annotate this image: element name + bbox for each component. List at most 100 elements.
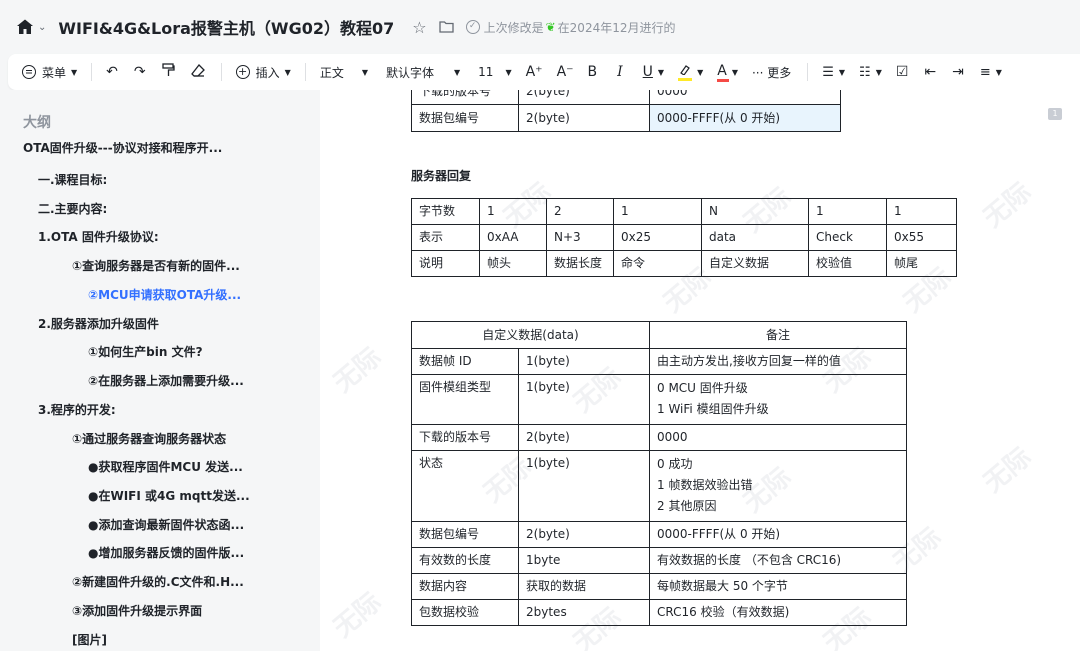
- outline-item[interactable]: ③添加固件升级提示界面: [72, 602, 202, 619]
- table-cell[interactable]: 有效数据的长度 （不包含 CRC16): [649, 547, 907, 574]
- ordered-list-button[interactable]: ☷ ▼: [859, 59, 882, 85]
- table-cell[interactable]: 由主动方发出,接收方回复一样的值: [649, 348, 907, 375]
- indent-icon[interactable]: ⇥: [952, 64, 964, 80]
- table-cell[interactable]: 1: [886, 198, 957, 225]
- outline-item[interactable]: ●获取程序固件MCU 发送...: [88, 458, 243, 475]
- table-cell[interactable]: CRC16 校验（有效数据): [649, 599, 907, 626]
- table-cell[interactable]: 下载的版本号: [411, 424, 519, 451]
- table-cell[interactable]: 1byte: [518, 547, 650, 574]
- table-cell[interactable]: 校验值: [808, 250, 887, 277]
- format-painter-icon[interactable]: [161, 63, 175, 81]
- table-cell[interactable]: 2(byte): [518, 90, 650, 105]
- table-cell[interactable]: 2(byte): [518, 521, 650, 548]
- table-cell[interactable]: 0000: [649, 90, 841, 105]
- table-cell[interactable]: 数据包编号: [411, 104, 519, 132]
- table-cell[interactable]: 2bytes: [518, 599, 650, 626]
- outline-item[interactable]: ①如何生产bin 文件?: [88, 343, 203, 360]
- table-cell[interactable]: 1(byte): [518, 450, 650, 522]
- outline-item[interactable]: 3.程序的开发:: [38, 401, 116, 418]
- table-cell[interactable]: 1(byte): [518, 374, 650, 425]
- bullet-list-button[interactable]: ☰ ▼: [822, 59, 845, 85]
- folder-icon[interactable]: [438, 18, 454, 37]
- table-cell[interactable]: 命令: [613, 250, 702, 277]
- outline-item[interactable]: 2.服务器添加升级固件: [38, 315, 159, 332]
- table-cell[interactable]: 帧头: [479, 250, 547, 277]
- table-cell[interactable]: 数据帧 ID: [411, 348, 519, 375]
- table-cell[interactable]: 1: [808, 198, 887, 225]
- table-header-cell[interactable]: 自定义数据(data): [411, 321, 650, 349]
- table-cell[interactable]: 固件模组类型: [411, 374, 519, 425]
- table-cell[interactable]: 每帧数据最大 50 个字节: [649, 573, 907, 600]
- table-cell[interactable]: 状态: [411, 450, 519, 522]
- outline-item[interactable]: ②新建固件升级的.C文件和.H...: [72, 573, 244, 590]
- table-cell[interactable]: 1(byte): [518, 348, 650, 375]
- font-color-button[interactable]: A ▼: [717, 59, 738, 85]
- table-cell[interactable]: 包数据校验: [411, 599, 519, 626]
- table-cell[interactable]: 0xAA: [479, 224, 547, 251]
- table-cell[interactable]: 字节数: [411, 198, 480, 225]
- undo-icon[interactable]: ↶: [106, 64, 118, 80]
- table-cell[interactable]: 自定义数据: [701, 250, 809, 277]
- table-cell[interactable]: 0x25: [613, 224, 702, 251]
- bold-icon[interactable]: B: [588, 64, 598, 80]
- table-cell[interactable]: 2(byte): [518, 104, 650, 132]
- table-cell-selected[interactable]: 0000-FFFF(从 0 开始): [649, 104, 841, 132]
- table-cell[interactable]: 说明: [411, 250, 480, 277]
- outdent-icon[interactable]: ⇤: [924, 64, 936, 80]
- table-cell[interactable]: 1: [479, 198, 547, 225]
- paragraph-style-select[interactable]: 正文 ▼: [320, 59, 368, 85]
- highlight-button[interactable]: ▼: [678, 59, 703, 85]
- outline-item[interactable]: 二.主要内容:: [38, 200, 107, 217]
- outline-item[interactable]: ●在WIFI 或4G mqtt发送...: [88, 487, 250, 504]
- outline-item[interactable]: OTA固件升级---协议对接和程序开...: [23, 142, 253, 156]
- table-cell[interactable]: 下载的版本号: [411, 90, 519, 105]
- table-cell[interactable]: 有效数的长度: [411, 547, 519, 574]
- table-cell[interactable]: 1: [613, 198, 702, 225]
- align-button[interactable]: ≡ ▼: [980, 59, 1002, 85]
- table-cell[interactable]: 0x55: [886, 224, 957, 251]
- home-icon[interactable]: [16, 18, 34, 36]
- outline-item[interactable]: ●增加服务器反馈的固件版...: [88, 544, 244, 561]
- document-canvas[interactable]: 1 无际 无际 无际 无际 无际 无际 无际 无际 无际 无际 无际 无际 无际…: [320, 90, 1080, 651]
- outline-item[interactable]: 一.课程目标:: [38, 171, 107, 188]
- table-cell[interactable]: 0 成功 1 帧数据效验出错 2 其他原因: [649, 450, 907, 522]
- table-cell[interactable]: 2(byte): [518, 424, 650, 451]
- font-size-select[interactable]: 11 ▼: [478, 59, 511, 85]
- checkbox-list-icon[interactable]: ☑: [896, 64, 909, 80]
- outline-item[interactable]: ●添加查询最新固件状态函...: [88, 516, 244, 533]
- table-header-cell[interactable]: 备注: [649, 321, 907, 349]
- table-cell[interactable]: 2: [546, 198, 614, 225]
- eraser-icon[interactable]: [190, 63, 205, 81]
- table-cell[interactable]: 0 MCU 固件升级 1 WiFi 模组固件升级: [649, 374, 907, 425]
- outline-item[interactable]: 1.OTA 固件升级协议:: [38, 228, 159, 245]
- menu-button[interactable]: 菜单 ▼: [22, 59, 77, 85]
- redo-icon[interactable]: ↷: [134, 64, 146, 80]
- increase-font-icon[interactable]: A⁺: [526, 64, 543, 80]
- table-cell[interactable]: 数据长度: [546, 250, 614, 277]
- table-cell[interactable]: Check: [808, 224, 887, 251]
- italic-icon[interactable]: I: [617, 64, 623, 80]
- star-icon[interactable]: ☆: [412, 18, 426, 37]
- table-cell[interactable]: 数据内容: [411, 573, 519, 600]
- document-title[interactable]: WIFI&4G&Lora报警主机（WG02）教程07: [58, 15, 394, 39]
- outline-item[interactable]: ②在服务器上添加需要升级...: [88, 372, 244, 389]
- table-cell[interactable]: N: [701, 198, 809, 225]
- section-heading[interactable]: 服务器回复: [411, 167, 471, 184]
- font-family-select[interactable]: 默认字体 ▼: [386, 59, 460, 85]
- table-cell[interactable]: N+3: [546, 224, 614, 251]
- chevron-down-icon[interactable]: ⌄: [38, 22, 46, 33]
- table-cell[interactable]: 0000-FFFF(从 0 开始): [649, 521, 907, 548]
- more-button[interactable]: ··· 更多: [752, 64, 791, 81]
- decrease-font-icon[interactable]: A⁻: [557, 64, 574, 80]
- insert-button[interactable]: + 插入 ▼: [235, 59, 291, 85]
- outline-item-active[interactable]: ②MCU申请获取OTA升级...: [88, 286, 241, 303]
- table-cell[interactable]: 0000: [649, 424, 907, 451]
- underline-button[interactable]: U ▼: [643, 59, 664, 85]
- table-cell[interactable]: 帧尾: [886, 250, 957, 277]
- table-cell[interactable]: 表示: [411, 224, 480, 251]
- table-cell[interactable]: 数据包编号: [411, 521, 519, 548]
- outline-item[interactable]: ①通过服务器查询服务器状态: [72, 430, 226, 447]
- table-cell[interactable]: data: [701, 224, 809, 251]
- outline-item[interactable]: [图片]: [72, 631, 107, 648]
- outline-item[interactable]: ①查询服务器是否有新的固件...: [72, 257, 240, 274]
